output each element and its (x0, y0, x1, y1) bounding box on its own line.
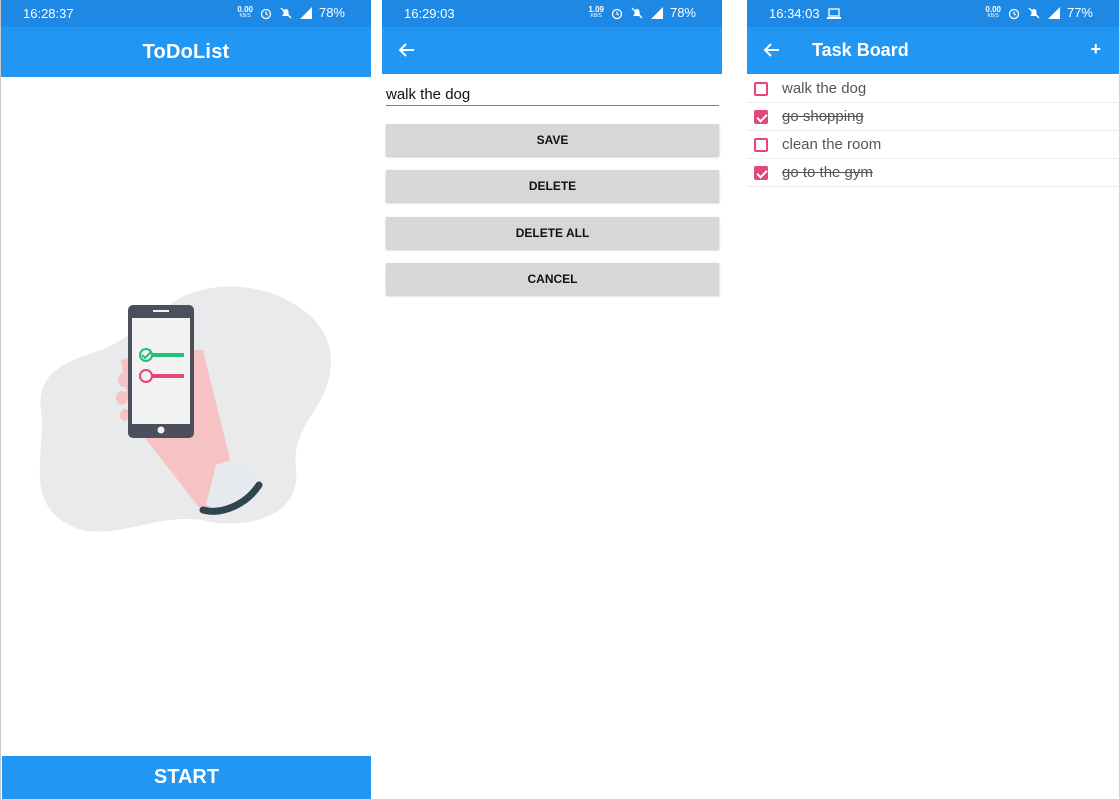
delete-all-button[interactable]: DELETE ALL (386, 217, 719, 249)
signal-icon (1047, 6, 1060, 19)
network-speed: 0.00 KB/S (237, 4, 253, 19)
add-task-button[interactable]: + (1090, 39, 1101, 60)
status-time: 16:29:03 (404, 6, 455, 21)
network-speed: 1.09 KB/S (588, 4, 604, 19)
task-checkbox[interactable] (754, 110, 768, 124)
phone-in-hand-illustration (39, 286, 331, 532)
task-row[interactable]: clean the room (747, 131, 1119, 159)
status-bar: 16:29:03 1.09 KB/S 78% (382, 0, 722, 27)
status-time: 16:34:03 (769, 6, 820, 21)
mute-icon (631, 7, 643, 18)
status-time: 16:28:37 (23, 6, 74, 21)
task-row[interactable]: go shopping (747, 103, 1119, 131)
alarm-icon (611, 8, 623, 19)
edit-task-screen: 16:29:03 1.09 KB/S 78% walk the dog SAVE … (382, 0, 722, 799)
task-checkbox[interactable] (754, 82, 768, 96)
battery-level: 78% (318, 5, 345, 20)
alarm-icon (260, 8, 272, 19)
task-checkbox[interactable] (754, 166, 768, 180)
task-checkbox[interactable] (754, 138, 768, 152)
welcome-screen: 16:28:37 0.00 KB/S 78% ToDoList START (0, 0, 371, 799)
back-arrow-icon[interactable] (761, 39, 783, 61)
alarm-icon (1008, 8, 1020, 19)
status-bar: 16:28:37 0.00 KB/S 78% (1, 0, 371, 27)
page-title: Task Board (812, 40, 909, 60)
signal-icon (650, 6, 663, 19)
battery-level: 77% (1066, 5, 1093, 20)
task-row[interactable]: go to the gym (747, 159, 1119, 187)
status-bar: 16:34:03 0.00 KB/S 77% (747, 0, 1119, 27)
page-title: ToDoList (142, 41, 230, 63)
task-label: clean the room (782, 136, 882, 153)
back-arrow-icon[interactable] (396, 39, 418, 61)
start-button[interactable]: START (2, 756, 371, 799)
mute-icon (280, 7, 292, 18)
task-label: go to the gym (782, 164, 873, 181)
laptop-icon (827, 8, 841, 19)
app-bar: Task Board + (747, 27, 1119, 74)
delete-button[interactable]: DELETE (386, 170, 719, 202)
task-text-field[interactable]: walk the dog (386, 84, 719, 106)
task-row[interactable]: walk the dog (747, 75, 1119, 103)
cancel-button[interactable]: CANCEL (386, 263, 719, 295)
app-bar (382, 27, 722, 74)
battery-level: 78% (669, 5, 696, 20)
task-text-value: walk the dog (386, 86, 471, 103)
app-bar: ToDoList (1, 27, 371, 77)
task-board-screen: 16:34:03 0.00 KB/S 77% Task Board + walk … (747, 0, 1119, 799)
network-speed: 0.00 KB/S (985, 4, 1001, 19)
save-button[interactable]: SAVE (386, 124, 719, 156)
mute-icon (1028, 7, 1040, 18)
task-label: walk the dog (782, 80, 867, 97)
signal-icon (299, 6, 312, 19)
task-label: go shopping (782, 108, 864, 125)
